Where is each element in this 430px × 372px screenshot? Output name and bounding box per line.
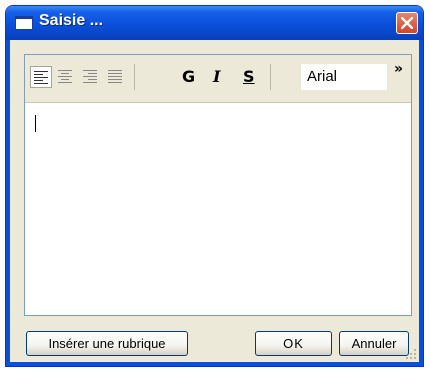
format-toolbar: G I S Arial » — [25, 55, 411, 103]
insert-field-button[interactable]: Insérer une rubrique — [26, 331, 188, 356]
close-icon — [401, 17, 413, 29]
strike-button[interactable]: S — [243, 67, 255, 86]
align-right-button[interactable] — [80, 66, 102, 88]
editor-text[interactable] — [37, 113, 401, 307]
cancel-button[interactable]: Annuler — [339, 331, 409, 356]
chevron-more-icon[interactable]: » — [394, 61, 403, 77]
close-button[interactable] — [396, 12, 418, 34]
frame-bottom — [6, 362, 423, 366]
align-right-icon — [83, 70, 97, 83]
align-center-icon — [58, 70, 72, 83]
text-caret — [35, 115, 36, 132]
justify-icon — [108, 70, 122, 83]
ok-button[interactable]: OK — [255, 331, 332, 356]
frame-left — [6, 40, 10, 366]
bold-button[interactable]: G — [182, 67, 195, 86]
align-left-icon — [34, 71, 48, 84]
rich-text-editor: G I S Arial » — [24, 54, 412, 316]
window-title: Saisie ... — [39, 12, 104, 29]
window-icon — [15, 16, 33, 30]
align-center-button[interactable] — [55, 66, 77, 88]
dialog-window: Saisie ... G I S Arial » Insérer une rub… — [6, 6, 423, 366]
resize-grip-icon[interactable] — [405, 348, 417, 360]
toolbar-separator — [134, 64, 135, 90]
toolbar-separator — [270, 64, 271, 90]
align-left-button[interactable] — [30, 66, 52, 88]
title-bar[interactable]: Saisie ... — [6, 6, 423, 40]
justify-button[interactable] — [105, 66, 127, 88]
italic-button[interactable]: I — [213, 67, 220, 86]
frame-right — [419, 40, 423, 366]
font-select[interactable]: Arial — [301, 64, 387, 90]
